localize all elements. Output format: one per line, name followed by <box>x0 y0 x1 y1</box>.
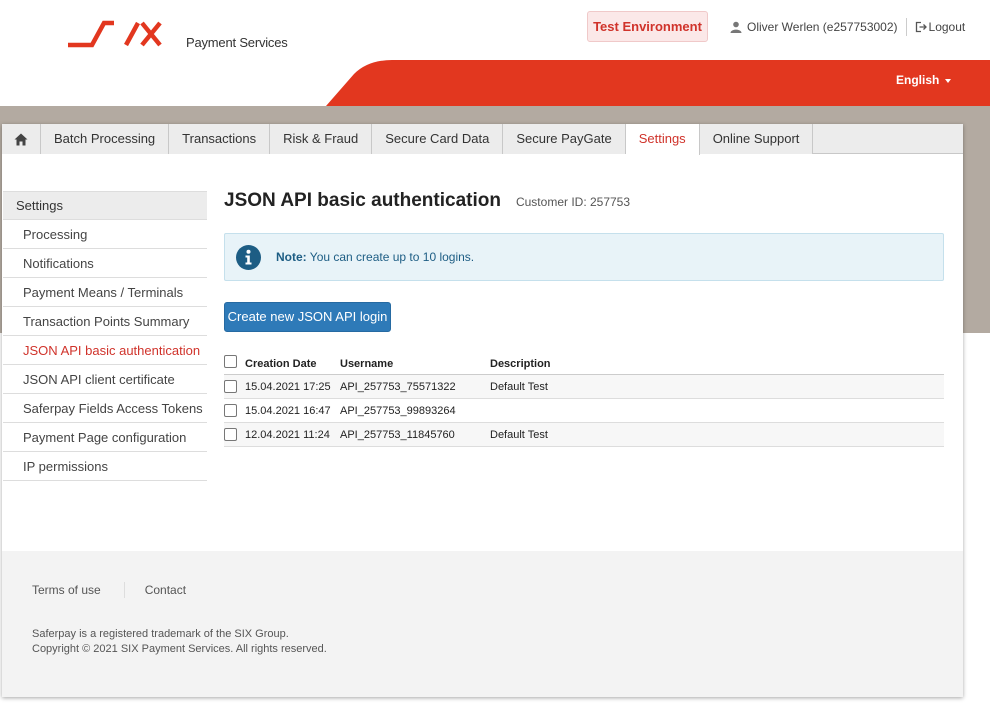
home-icon <box>14 133 28 145</box>
sidebar-item-saferpay-fields-tokens[interactable]: Saferpay Fields Access Tokens <box>3 394 207 423</box>
row-checkbox[interactable] <box>224 404 237 417</box>
title-row: JSON API basic authentication Customer I… <box>224 190 944 212</box>
logout-icon <box>915 21 927 33</box>
table-row[interactable]: 15.04.2021 17:25 API_257753_75571322 Def… <box>224 375 944 399</box>
note-message: You can create up to 10 logins. <box>306 250 475 264</box>
cell-description: Default Test <box>490 380 548 393</box>
table-header-row: Creation Date Username Description <box>224 350 944 375</box>
sidebar-item-payment-means[interactable]: Payment Means / Terminals <box>3 278 207 307</box>
copyright-text: Copyright © 2021 SIX Payment Services. A… <box>32 643 327 655</box>
cell-username: API_257753_75571322 <box>340 380 456 393</box>
sidebar-heading: Settings <box>3 191 207 220</box>
six-logo[interactable] <box>66 18 166 50</box>
footer-legal: Saferpay is a registered trademark of th… <box>32 627 327 657</box>
six-logo-graphic <box>68 20 162 48</box>
tab-secure-paygate[interactable]: Secure PayGate <box>503 124 626 154</box>
language-selector[interactable]: English <box>896 73 952 87</box>
tab-secure-card-data[interactable]: Secure Card Data <box>372 124 504 154</box>
logout-link[interactable]: Logout <box>915 20 966 34</box>
main-panel: Batch Processing Transactions Risk & Fra… <box>2 124 963 697</box>
sidebar-item-json-api-basic-auth[interactable]: JSON API basic authentication <box>3 336 207 365</box>
info-note: Note: You can create up to 10 logins. <box>224 233 944 281</box>
sidebar-item-transaction-points[interactable]: Transaction Points Summary <box>3 307 207 336</box>
row-checkbox[interactable] <box>224 428 237 441</box>
footer-links: Terms of use Contact <box>32 582 186 598</box>
user-icon <box>730 21 742 33</box>
sidebar-item-payment-page-config[interactable]: Payment Page configuration <box>3 423 207 452</box>
cell-date: 15.04.2021 16:47 <box>245 404 331 417</box>
tab-transactions[interactable]: Transactions <box>169 124 271 154</box>
table-row[interactable]: 15.04.2021 16:47 API_257753_99893264 <box>224 399 944 423</box>
tab-home[interactable] <box>2 124 41 154</box>
main-nav: Batch Processing Transactions Risk & Fra… <box>2 124 963 155</box>
footer-divider <box>123 582 125 598</box>
select-all-checkbox[interactable] <box>224 355 237 368</box>
header-description[interactable]: Description <box>490 358 690 370</box>
user-area: Oliver Werlen (e257753002) Logout <box>730 18 965 36</box>
row-checkbox[interactable] <box>224 380 237 393</box>
sidebar-item-notifications[interactable]: Notifications <box>3 249 207 278</box>
tab-settings[interactable]: Settings <box>625 124 700 155</box>
sidebar-item-json-api-client-cert[interactable]: JSON API client certificate <box>3 365 207 394</box>
tab-online-support[interactable]: Online Support <box>699 124 814 154</box>
customer-id: Customer ID: 257753 <box>515 195 631 209</box>
language-label: English <box>896 73 940 87</box>
brand-subtitle: Payment Services <box>186 35 288 50</box>
create-json-api-login-button[interactable]: Create new JSON API login <box>224 302 391 332</box>
header-username[interactable]: Username <box>340 358 490 370</box>
sidebar-item-processing[interactable]: Processing <box>3 220 207 249</box>
cell-date: 12.04.2021 11:24 <box>245 428 330 441</box>
table-row[interactable]: 12.04.2021 11:24 API_257753_11845760 Def… <box>224 423 944 447</box>
cell-username: API_257753_11845760 <box>340 428 455 441</box>
header-red-band <box>326 60 990 106</box>
tab-risk-fraud[interactable]: Risk & Fraud <box>270 124 373 154</box>
page-title: JSON API basic authentication <box>224 190 501 211</box>
settings-sidebar: Settings Processing Notifications Paymen… <box>3 191 207 481</box>
terms-of-use-link[interactable]: Terms of use <box>32 583 101 597</box>
cell-description: Default Test <box>490 428 548 441</box>
note-text: Note: You can create up to 10 logins. <box>276 250 474 264</box>
info-icon <box>236 244 261 270</box>
caret-down-icon <box>945 78 952 83</box>
main-content: JSON API basic authentication Customer I… <box>224 190 944 447</box>
cell-date: 15.04.2021 17:25 <box>245 380 331 393</box>
header: Payment Services Test Environment Oliver… <box>0 0 990 60</box>
note-label: Note: <box>276 250 307 264</box>
tab-batch-processing[interactable]: Batch Processing <box>41 124 170 154</box>
contact-link[interactable]: Contact <box>145 583 186 597</box>
trademark-text: Saferpay is a registered trademark of th… <box>32 628 289 640</box>
logins-table: Creation Date Username Description 15.04… <box>224 350 944 447</box>
cell-username: API_257753_99893264 <box>340 404 456 417</box>
environment-badge: Test Environment <box>587 11 708 42</box>
footer: Terms of use Contact Saferpay is a regis… <box>2 551 963 697</box>
user-name[interactable]: Oliver Werlen (e257753002) <box>747 20 898 34</box>
header-creation-date[interactable]: Creation Date <box>245 358 340 370</box>
header-divider <box>905 18 907 36</box>
logout-label: Logout <box>928 20 966 34</box>
sidebar-item-ip-permissions[interactable]: IP permissions <box>3 452 207 481</box>
